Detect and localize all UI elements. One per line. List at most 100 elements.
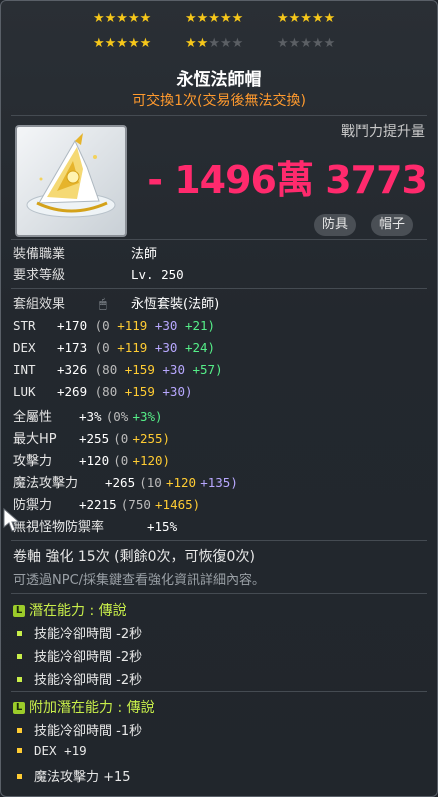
stat-flame: +30) bbox=[162, 384, 193, 399]
star-group-6: ★★★★★ bbox=[277, 36, 336, 51]
stat-bonus: +255) bbox=[132, 431, 171, 446]
combat-power-value: - 1496萬 3773 bbox=[147, 158, 428, 202]
star-group-2: ★★★★★ bbox=[185, 11, 244, 26]
stat-star: +21) bbox=[184, 318, 216, 333]
wizard-hat-icon bbox=[26, 133, 116, 218]
stat-row-ignore-def: 無視怪物防禦率 +15% bbox=[13, 516, 177, 535]
potential-line: 技能冷卻時間 -2秒 bbox=[15, 669, 142, 688]
bullet-icon bbox=[17, 728, 22, 733]
req-job-value: 法師 bbox=[131, 247, 158, 262]
stat-bonus: +120) bbox=[132, 453, 171, 468]
tag-hat: 帽子 bbox=[371, 214, 414, 236]
combat-power-label: 戰鬥力提升量 bbox=[341, 124, 425, 140]
stat-flame: +30 bbox=[162, 362, 185, 377]
stat-row-str: STR +170 (0 +119 +30 +21) bbox=[13, 318, 215, 333]
stat-bonus: +1465) bbox=[155, 497, 201, 512]
star-group-1: ★★★★★ bbox=[93, 11, 152, 26]
bonus-potential-line-text: 魔法攻擊力 +15 bbox=[34, 770, 131, 785]
scroll-upgrade-line: 卷軸 強化 15次 (剩餘0次，可恢復0次) bbox=[13, 549, 255, 565]
divider bbox=[11, 540, 427, 541]
req-job-row: 裝備職業 法師 bbox=[13, 243, 157, 262]
tag-armor: 防具 bbox=[314, 214, 357, 236]
stat-name: STR bbox=[13, 318, 36, 333]
stat-row-dex: DEX +173 (0 +119 +30 +24) bbox=[13, 340, 215, 355]
stat-bonus: +120 bbox=[165, 475, 197, 490]
divider bbox=[11, 593, 427, 594]
stat-name: DEX bbox=[13, 340, 36, 355]
bullet-icon bbox=[17, 774, 22, 779]
potential-line: 技能冷卻時間 -2秒 bbox=[15, 623, 142, 642]
trade-note: 可交換1次(交易後無法交換) bbox=[132, 93, 306, 109]
divider bbox=[11, 115, 427, 116]
hand-cursor-icon bbox=[3, 507, 21, 532]
stat-name: 魔法攻擊力 bbox=[13, 476, 79, 491]
stat-base: (0 bbox=[94, 318, 110, 333]
bonus-potential-line-text: 技能冷卻時間 -1秒 bbox=[34, 724, 143, 739]
star-group-5: ★★★★★ bbox=[185, 36, 244, 51]
bonus-potential-line: DEX +19 bbox=[15, 743, 87, 758]
stat-base: (0 bbox=[113, 453, 129, 468]
stat-row-attack: 攻擊力 +120 (0 +120) bbox=[13, 450, 170, 469]
stat-star: +57) bbox=[192, 362, 223, 377]
stat-flame: +30 bbox=[154, 318, 178, 333]
stat-base: (10 bbox=[139, 475, 162, 490]
star-group-3: ★★★★★ bbox=[277, 11, 336, 26]
stat-total: +173 bbox=[57, 340, 88, 355]
stat-name: 攻擊力 bbox=[13, 454, 53, 469]
stat-total: +2215 bbox=[79, 497, 117, 512]
stat-row-maxhp: 最大HP +255 (0 +255) bbox=[13, 428, 170, 447]
star-group-4: ★★★★★ bbox=[93, 36, 152, 51]
stat-base: (0 bbox=[113, 431, 129, 446]
divider bbox=[11, 239, 427, 240]
req-level-value: Lv. 250 bbox=[131, 267, 184, 282]
stat-scroll: +159 bbox=[124, 362, 155, 377]
bullet-icon bbox=[17, 677, 22, 682]
stat-total: +120 bbox=[79, 453, 110, 468]
stat-row-allstat: 全屬性 +3% (0% +3%) bbox=[13, 406, 163, 425]
stat-total: +265 bbox=[105, 475, 136, 490]
stat-scroll: +159 bbox=[124, 384, 155, 399]
legendary-badge-icon: L bbox=[13, 702, 25, 714]
stat-scroll: +119 bbox=[117, 340, 148, 355]
stat-total: +269 bbox=[57, 384, 88, 399]
stat-base: (80 bbox=[94, 362, 118, 377]
bonus-potential-line: 技能冷卻時間 -1秒 bbox=[15, 720, 142, 739]
bonus-potential-title: 附加潛在能力 : 傳說 bbox=[29, 700, 155, 716]
stat-base: (0 bbox=[94, 340, 110, 355]
stat-flame: +30 bbox=[154, 340, 178, 355]
bullet-icon bbox=[17, 631, 22, 636]
req-level-row: 要求等級 Lv. 250 bbox=[13, 264, 184, 283]
bonus-potential-header: L 附加潛在能力 : 傳說 bbox=[13, 697, 155, 717]
stat-total: +170 bbox=[57, 318, 88, 333]
stat-name: 無視怪物防禦率 bbox=[13, 520, 105, 535]
stat-base: (0% bbox=[105, 409, 129, 424]
stat-row-luk: LUK +269 (80 +159 +30) bbox=[13, 384, 193, 399]
potential-line-text: 技能冷卻時間 -2秒 bbox=[34, 627, 143, 642]
bonus-potential-line: 魔法攻擊力 +15 bbox=[15, 766, 131, 785]
stat-scroll: +119 bbox=[117, 318, 148, 333]
bullet-icon bbox=[17, 654, 22, 659]
divider bbox=[11, 691, 427, 692]
req-level-label: 要求等級 bbox=[13, 268, 66, 283]
set-effect-row[interactable]: 套組效果 🖱 永恆套裝(法師) bbox=[13, 293, 219, 312]
potential-line-text: 技能冷卻時間 -2秒 bbox=[34, 650, 143, 665]
item-tooltip: ★★★★★ ★★★★★ ★★★★★ ★★★★★ ★★★★★ ★★★★★ 永恆法師… bbox=[0, 0, 438, 797]
stat-base: (80 bbox=[94, 384, 118, 399]
enhance-hint-line: 可透過NPC/採集鍵查看強化資訊詳細內容。 bbox=[13, 573, 266, 588]
stat-flame: +135) bbox=[200, 475, 238, 490]
potential-line: 技能冷卻時間 -2秒 bbox=[15, 646, 142, 665]
stat-row-int: INT +326 (80 +159 +30 +57) bbox=[13, 362, 223, 377]
potential-header: L 潛在能力 : 傳說 bbox=[13, 600, 127, 620]
stat-total: +255 bbox=[79, 431, 110, 446]
stat-total: +3% bbox=[79, 409, 102, 424]
divider bbox=[11, 288, 427, 289]
potential-title: 潛在能力 : 傳說 bbox=[29, 603, 127, 619]
stat-base: (750 bbox=[120, 497, 151, 512]
stat-total: +15% bbox=[147, 519, 178, 534]
item-icon-frame bbox=[15, 125, 127, 237]
item-name: 永恆法師帽 bbox=[176, 70, 262, 90]
set-effect-label: 套組效果 bbox=[13, 297, 66, 312]
stat-row-magic-attack: 魔法攻擊力 +265 (10 +120 +135) bbox=[13, 472, 238, 491]
stat-name: 最大HP bbox=[13, 432, 57, 447]
stat-row-defense: 防禦力 +2215 (750 +1465) bbox=[13, 494, 200, 513]
